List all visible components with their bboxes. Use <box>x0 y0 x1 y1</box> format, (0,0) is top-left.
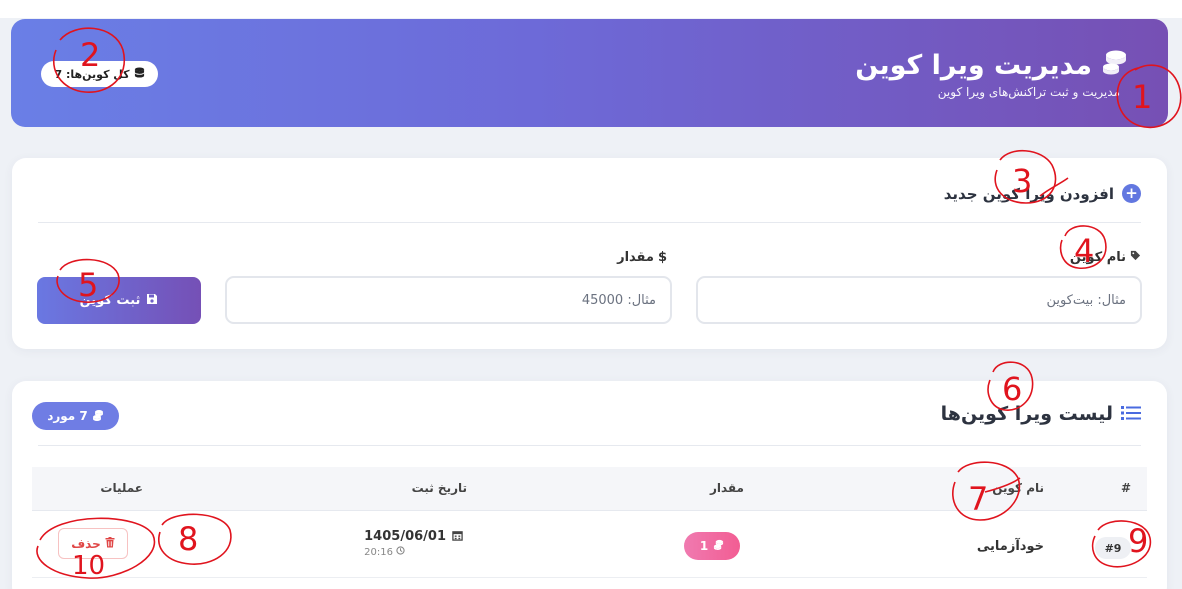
column-header-amount: مقدار <box>709 481 744 495</box>
divider <box>38 222 1141 223</box>
coin-list-heading-text: لیست ویرا کوین‌ها <box>940 403 1113 425</box>
total-coins-text: کل کوین‌ها: 7 <box>54 67 130 81</box>
add-coin-card: + افزودن ویرا کوین جدید نام کوین $ مقدار… <box>12 158 1167 349</box>
table-header: # نام کوین مقدار تاریخ ثبت عملیات <box>32 467 1147 511</box>
clock-icon <box>396 546 405 558</box>
page-title-text: مدیریت ویرا کوین <box>855 50 1092 81</box>
amount-label-text: مقدار <box>617 250 654 265</box>
amount-label: $ مقدار <box>617 250 667 265</box>
coin-name-label: نام کوین <box>1070 250 1141 265</box>
row-time-value: 20:16 <box>364 546 393 558</box>
delete-button[interactable]: حذف <box>58 528 128 559</box>
page-title: مدیریت ویرا کوین <box>855 47 1130 84</box>
row-id-badge: #9 <box>1095 537 1131 559</box>
divider <box>38 445 1141 446</box>
coins-icon <box>713 539 724 553</box>
row-amount-badge: 1 <box>684 532 740 560</box>
calendar-icon <box>452 530 463 544</box>
coin-list-heading: لیست ویرا کوین‌ها <box>941 403 1141 425</box>
tag-icon <box>1130 250 1141 265</box>
trash-icon <box>105 536 115 551</box>
page-subtitle: مدیریت و ثبت تراکنش‌های ویرا کوین <box>937 85 1120 99</box>
row-date-value: 1405/06/01 <box>364 529 446 544</box>
column-header-actions: عملیات <box>100 481 143 495</box>
plus-circle-icon: + <box>1122 184 1141 203</box>
save-icon <box>146 293 158 309</box>
row-date: 1405/06/01 20:16 <box>364 529 463 558</box>
total-coins-badge: کل کوین‌ها: 7 <box>41 61 158 87</box>
save-coin-button[interactable]: ثبت کوین <box>37 277 201 324</box>
page-header: مدیریت ویرا کوین مدیریت و ثبت تراکنش‌های… <box>11 19 1168 127</box>
list-icon <box>1121 404 1141 424</box>
database-icon <box>134 67 145 81</box>
column-header-date: تاریخ ثبت <box>411 481 467 495</box>
coins-icon <box>92 409 104 424</box>
coin-name-input[interactable] <box>696 276 1142 324</box>
amount-input[interactable] <box>225 276 672 324</box>
coin-list-card: لیست ویرا کوین‌ها 7 مورد # نام کوین مقدا… <box>12 381 1167 589</box>
delete-button-label: حذف <box>71 536 101 551</box>
count-badge-text: 7 مورد <box>47 409 88 423</box>
top-strip <box>0 0 1182 18</box>
add-coin-heading-text: افزودن ویرا کوین جدید <box>943 184 1114 203</box>
column-header-name: نام کوین <box>992 481 1044 495</box>
dollar-icon: $ <box>657 250 667 265</box>
table-row: #9 خودآزمایی 1 1405/06/01 20:16 حذف <box>32 512 1147 578</box>
column-header-id: # <box>1120 481 1131 495</box>
row-amount-value: 1 <box>699 539 709 553</box>
coin-name-label-text: نام کوین <box>1069 250 1126 265</box>
row-coin-name: خودآزمایی <box>976 539 1044 554</box>
add-coin-heading: + افزودن ویرا کوین جدید <box>944 184 1141 203</box>
coins-icon <box>1100 47 1130 84</box>
count-badge: 7 مورد <box>32 402 119 430</box>
save-coin-button-label: ثبت کوین <box>79 293 141 308</box>
